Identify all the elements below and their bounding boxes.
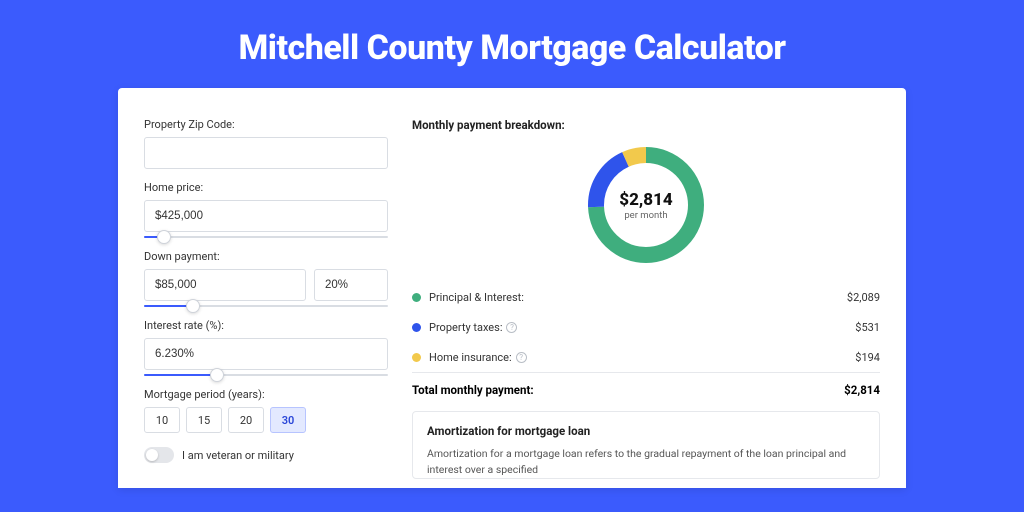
form-panel: Property Zip Code: Home price: Down paym… [144, 118, 388, 488]
period-option-30[interactable]: 30 [270, 407, 306, 433]
zip-input[interactable] [144, 137, 388, 169]
down-payment-amount-input[interactable] [144, 269, 306, 301]
period-option-10[interactable]: 10 [144, 407, 180, 433]
donut-sub: per month [624, 210, 667, 221]
veteran-label: I am veteran or military [182, 449, 294, 462]
total-row: Total monthly payment: $2,814 [412, 372, 880, 397]
period-label: Mortgage period (years): [144, 388, 388, 401]
info-icon[interactable]: ? [506, 322, 517, 333]
amortization-card: Amortization for mortgage loan Amortizat… [412, 411, 880, 479]
period-field: Mortgage period (years): 10152030 [144, 388, 388, 433]
home-price-field: Home price: [144, 181, 388, 238]
amortization-text: Amortization for a mortgage loan refers … [427, 446, 865, 478]
period-option-15[interactable]: 15 [186, 407, 222, 433]
interest-field: Interest rate (%): [144, 319, 388, 376]
veteran-row: I am veteran or military [144, 447, 388, 463]
breakdown-title: Monthly payment breakdown: [412, 118, 880, 132]
down-payment-field: Down payment: [144, 250, 388, 307]
info-icon[interactable]: ? [516, 352, 527, 363]
legend-dot [412, 323, 421, 332]
home-price-slider[interactable] [144, 236, 388, 238]
total-row-label: Total monthly payment: [412, 383, 844, 397]
legend-label: Principal & Interest: [429, 291, 847, 304]
period-option-20[interactable]: 20 [228, 407, 264, 433]
zip-label: Property Zip Code: [144, 118, 388, 131]
breakdown-donut-chart: $2,814 per month [583, 142, 709, 268]
legend-row: Principal & Interest:$2,089 [412, 282, 880, 312]
home-price-input[interactable] [144, 200, 388, 232]
legend-value: $194 [855, 351, 880, 364]
veteran-toggle[interactable] [144, 447, 174, 463]
legend-label: Property taxes:? [429, 321, 855, 334]
legend-label: Home insurance:? [429, 351, 855, 364]
home-price-label: Home price: [144, 181, 388, 194]
zip-field: Property Zip Code: [144, 118, 388, 169]
down-payment-label: Down payment: [144, 250, 388, 263]
legend-row: Home insurance:?$194 [412, 342, 880, 372]
breakdown-legend: Principal & Interest:$2,089Property taxe… [412, 282, 880, 372]
legend-dot [412, 293, 421, 302]
page-title: Mitchell County Mortgage Calculator [0, 0, 1024, 88]
interest-slider[interactable] [144, 374, 388, 376]
amortization-title: Amortization for mortgage loan [427, 424, 865, 438]
legend-dot [412, 353, 421, 362]
interest-input[interactable] [144, 338, 388, 370]
legend-row: Property taxes:?$531 [412, 312, 880, 342]
down-payment-pct-input[interactable] [314, 269, 388, 301]
legend-value: $531 [855, 321, 880, 334]
legend-value: $2,089 [847, 291, 880, 304]
interest-label: Interest rate (%): [144, 319, 388, 332]
calculator-card: Property Zip Code: Home price: Down paym… [118, 88, 906, 488]
donut-total: $2,814 [619, 190, 672, 210]
down-payment-slider[interactable] [144, 305, 388, 307]
total-row-value: $2,814 [844, 383, 880, 397]
breakdown-panel: Monthly payment breakdown: $2,814 per mo… [412, 118, 880, 488]
